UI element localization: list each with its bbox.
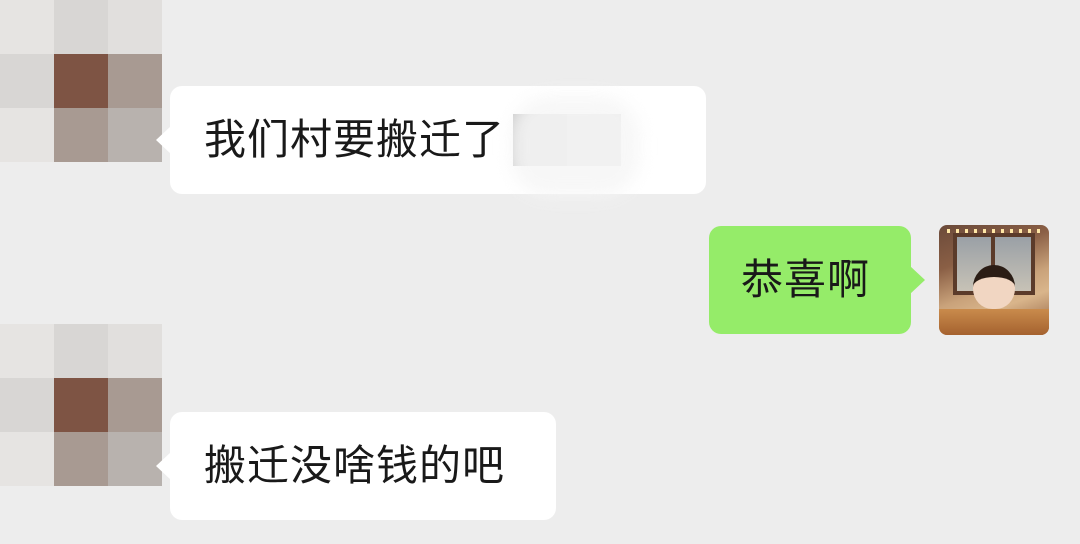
contact-avatar-2[interactable] [0,324,162,486]
face-detail [973,265,1015,309]
message-text: 我们村要搬迁了 [204,115,506,164]
smudge-overlay [510,96,640,196]
contact-avatar-1[interactable] [0,0,162,162]
message-text: 恭喜啊 [741,255,871,304]
string-lights-detail [947,229,1041,233]
my-avatar[interactable] [939,225,1049,335]
sill-detail [939,309,1049,335]
message-text: 搬迁没啥钱的吧 [204,441,506,490]
message-bubble-outgoing[interactable]: 恭喜啊 [709,226,925,334]
message-bubble-incoming[interactable]: 搬迁没啥钱的吧 [156,412,556,520]
